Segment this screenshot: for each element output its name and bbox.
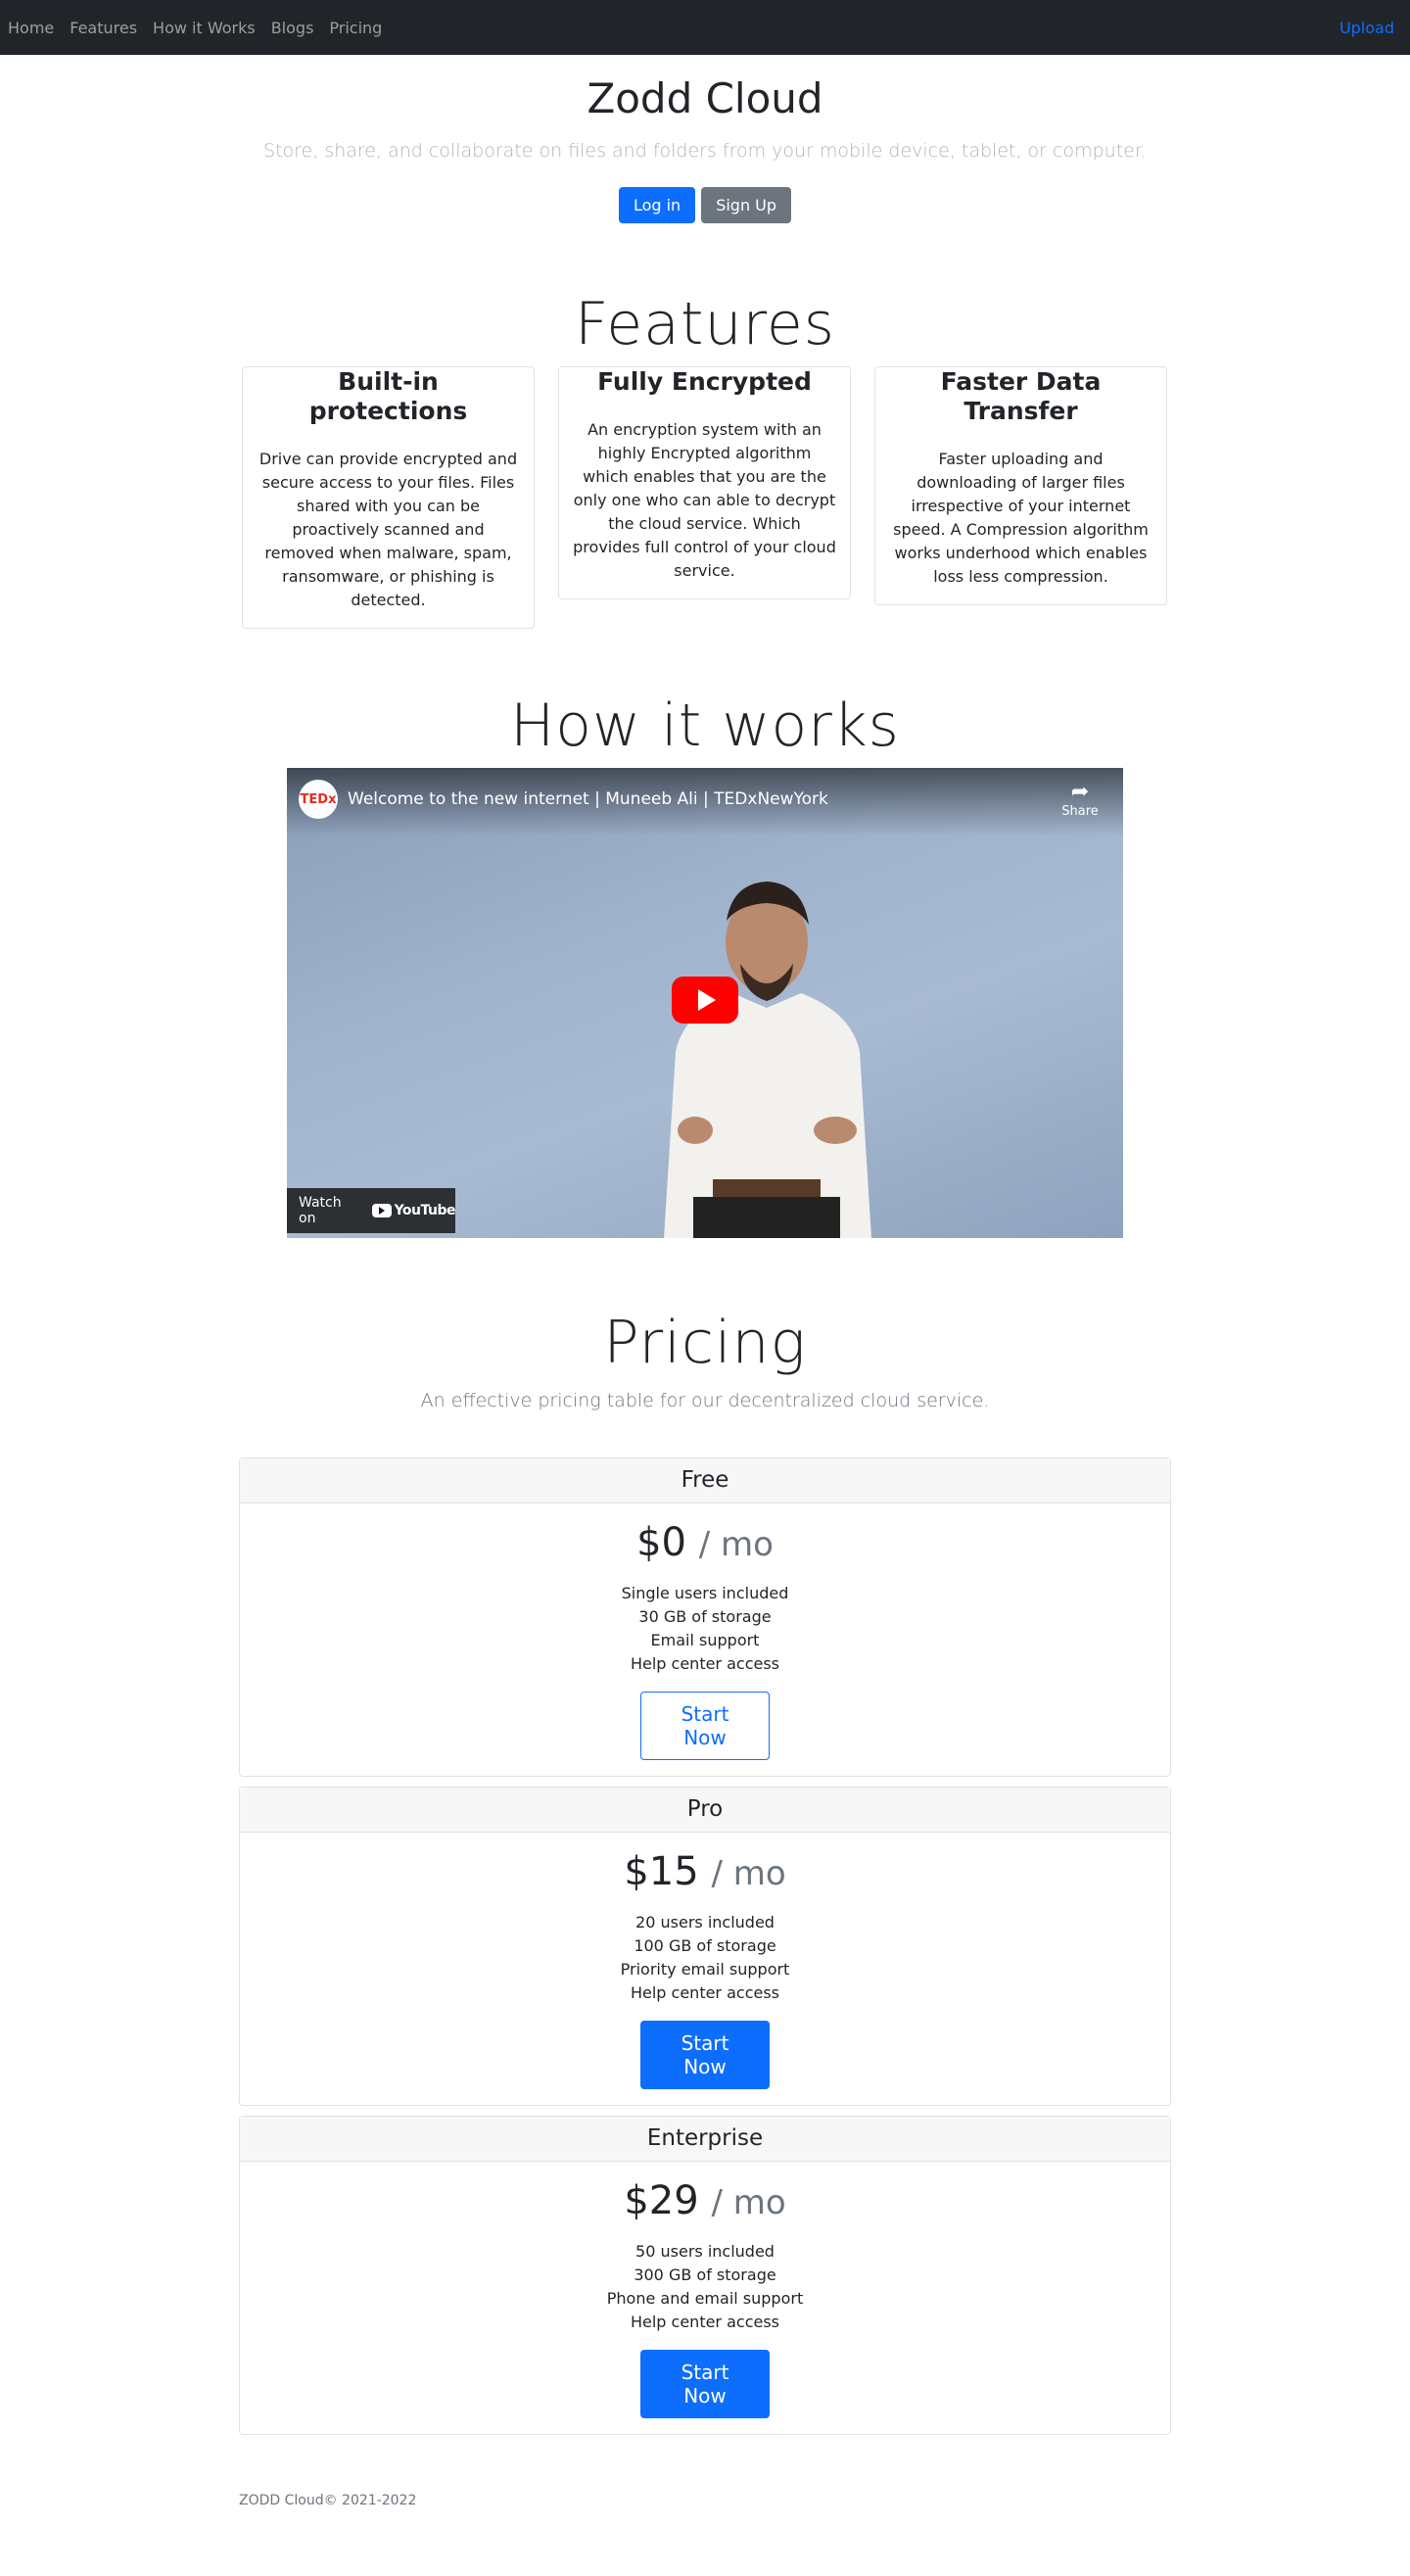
price-amount: $0	[636, 1520, 686, 1565]
plan-feature: Help center access	[630, 2313, 780, 2331]
upload-link[interactable]: Upload	[1340, 19, 1394, 37]
nav-how-it-works-link[interactable]: How it Works	[153, 19, 256, 37]
plan-feature: Email support	[650, 1631, 760, 1649]
nav-features-link[interactable]: Features	[70, 19, 137, 37]
play-icon	[698, 989, 716, 1011]
feature-text: Drive can provide encrypted and secure a…	[258, 450, 518, 609]
plan-feature: 50 users included	[635, 2242, 775, 2261]
price-amount: $15	[624, 1849, 699, 1894]
plan-name: Pro	[240, 1788, 1170, 1833]
plan-body: $0 / mo Single users included 30 GB of s…	[240, 1503, 1170, 1776]
plan-feature: Priority email support	[620, 1960, 790, 1979]
nav-links: Home Features How it Works Blogs Pricing	[8, 19, 382, 37]
youtube-logo: YouTube	[371, 1203, 456, 1218]
feature-card-encrypted: Fully Encrypted An encryption system wit…	[558, 366, 851, 599]
plan-feature: 300 GB of storage	[634, 2266, 776, 2284]
price-period: / mo	[711, 1854, 786, 1893]
feature-title: Built-in protections	[308, 367, 468, 425]
share-label: Share	[1061, 804, 1099, 819]
play-button[interactable]	[672, 977, 738, 1024]
plan-body: $29 / mo 50 users included 300 GB of sto…	[240, 2162, 1170, 2434]
start-now-button-pro[interactable]: Start Now	[640, 2021, 770, 2089]
nav-blogs-link[interactable]: Blogs	[271, 19, 314, 37]
plan-feature: Help center access	[630, 1654, 780, 1673]
hero-title: Zodd Cloud	[587, 74, 823, 122]
plan-feature: 30 GB of storage	[638, 1607, 772, 1626]
youtube-icon	[371, 1204, 392, 1217]
price-amount: $29	[624, 2178, 699, 2223]
price-period: / mo	[711, 2183, 786, 2222]
watch-on-label: Watch on	[299, 1195, 342, 1226]
plan-feature: 100 GB of storage	[634, 1936, 776, 1955]
youtube-video-embed[interactable]: TEDx Welcome to the new internet | Munee…	[287, 768, 1123, 1238]
video-title[interactable]: Welcome to the new internet | Muneeb Ali…	[348, 789, 828, 809]
plan-name: Free	[240, 1458, 1170, 1503]
speaker-image	[664, 882, 871, 1238]
plan-features: 20 users included 100 GB of storage Prio…	[240, 1911, 1170, 2005]
feature-text: Faster uploading and downloading of larg…	[893, 450, 1149, 586]
features-heading: Features	[575, 290, 835, 358]
price-period: / mo	[698, 1525, 774, 1564]
feature-card-protections: Built-in protections Drive can provide e…	[242, 366, 535, 629]
plan-features: 50 users included 300 GB of storage Phon…	[240, 2240, 1170, 2334]
plan-name: Enterprise	[240, 2117, 1170, 2162]
share-button[interactable]: ➦ Share	[1060, 780, 1100, 819]
pricing-subtitle: An effective pricing table for our decen…	[420, 1390, 990, 1411]
channel-logo[interactable]: TEDx	[299, 780, 338, 819]
plan-features: Single users included 30 GB of storage E…	[240, 1582, 1170, 1676]
plan-body: $15 / mo 20 users included 100 GB of sto…	[240, 1833, 1170, 2105]
feature-text: An encryption system with an highly Encr…	[573, 420, 836, 580]
hero-buttons: Log in Sign Up	[0, 187, 1410, 223]
how-it-works-heading: How it works	[510, 692, 900, 760]
youtube-wordmark: YouTube	[394, 1203, 456, 1218]
start-now-button-free[interactable]: Start Now	[640, 1692, 770, 1760]
watch-on-youtube-button[interactable]: Watch on YouTube	[287, 1188, 456, 1233]
plan-card-enterprise: Enterprise $29 / mo 50 users included 30…	[239, 2116, 1171, 2435]
hero-section: Zodd Cloud Store, share, and collaborate…	[0, 55, 1410, 223]
signup-button[interactable]: Sign Up	[701, 187, 792, 223]
footer-copyright: ZODD Cloud© 2021-2022	[239, 2493, 417, 2508]
features-row: Built-in protections Drive can provide e…	[242, 366, 1167, 629]
pricing-heading: Pricing	[603, 1309, 807, 1377]
feature-title: Fully Encrypted	[597, 367, 812, 396]
plan-price: $29 / mo	[240, 2175, 1170, 2228]
plan-feature: 20 users included	[635, 1913, 775, 1932]
share-icon: ➦	[1070, 780, 1090, 804]
plan-price: $0 / mo	[240, 1517, 1170, 1570]
plan-card-free: Free $0 / mo Single users included 30 GB…	[239, 1457, 1171, 1777]
plan-feature: Single users included	[621, 1584, 789, 1602]
start-now-button-enterprise[interactable]: Start Now	[640, 2350, 770, 2418]
nav-pricing-link[interactable]: Pricing	[329, 19, 382, 37]
plan-card-pro: Pro $15 / mo 20 users included 100 GB of…	[239, 1787, 1171, 2106]
feature-title: Faster Data Transfer	[940, 367, 1102, 425]
plan-feature: Help center access	[630, 1983, 780, 2002]
feature-card-transfer: Faster Data Transfer Faster uploading an…	[874, 366, 1167, 605]
plan-feature: Phone and email support	[606, 2289, 804, 2308]
plan-price: $15 / mo	[240, 1846, 1170, 1899]
top-navbar: Home Features How it Works Blogs Pricing…	[0, 0, 1410, 55]
login-button[interactable]: Log in	[618, 187, 696, 223]
hero-subtitle: Store, share, and collaborate on files a…	[263, 140, 1147, 162]
nav-home-link[interactable]: Home	[8, 19, 54, 37]
